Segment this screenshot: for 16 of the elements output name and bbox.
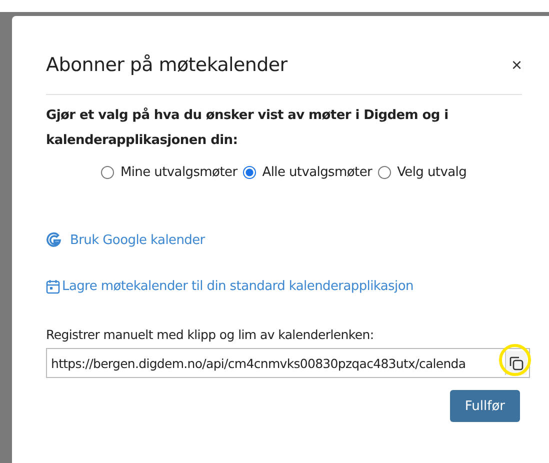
close-button[interactable]: × — [511, 54, 522, 76]
copy-icon — [509, 356, 524, 370]
finish-button[interactable]: Fullfør — [450, 390, 520, 422]
radio-button[interactable] — [101, 166, 114, 179]
calendar-link[interactable]: Bruk Google kalender — [70, 232, 205, 248]
calendar-link[interactable]: Lagre møtekalender til din standard kalenderapplikasjon — [62, 279, 414, 294]
radio-button[interactable] — [378, 166, 392, 179]
google-g-icon — [46, 232, 62, 248]
instruction-text: Gjør et valg på hva du ønsker vist av møter i Digdem og i kalenderapplikasjonen din: — [46, 106, 450, 150]
radio-button[interactable] — [243, 166, 256, 179]
radio-label[interactable]: Mine utvalgsmøter — [120, 165, 238, 180]
dialog-title: Abonner på møtekalender — [46, 54, 288, 76]
field-label: Registrer manuelt med klipp og lim av kalenderlenken: — [46, 327, 375, 342]
radio-label[interactable]: Alle utvalgsmøter — [262, 165, 372, 180]
calendar-icon — [46, 279, 60, 294]
radio-label[interactable]: Velg utvalg — [397, 165, 467, 180]
